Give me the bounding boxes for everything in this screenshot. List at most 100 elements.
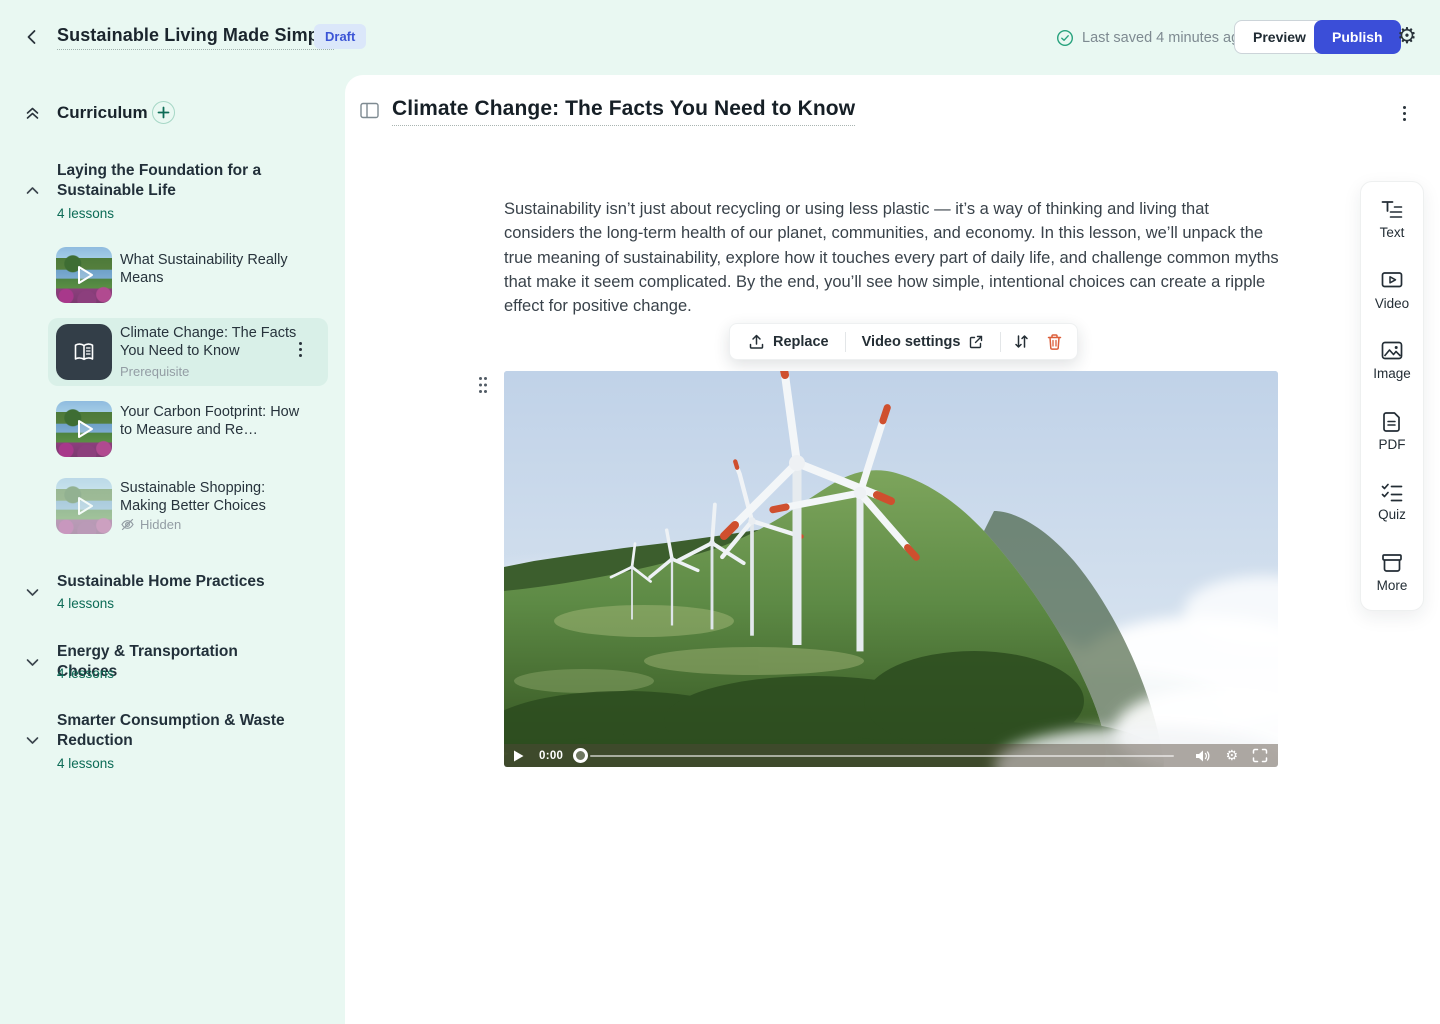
section-4-title[interactable]: Smarter Consumption & Waste Reduction [57, 711, 295, 751]
external-link-icon [968, 334, 984, 350]
add-quiz-block-button[interactable]: Quiz [1378, 481, 1406, 522]
lesson-item-sustainable-shopping[interactable]: Sustainable Shopping: Making Better Choi… [48, 472, 328, 540]
play-icon [513, 750, 524, 762]
upload-icon [748, 333, 765, 350]
divider [1000, 332, 1001, 352]
video-settings-button[interactable]: Video settings [850, 328, 997, 356]
video-frame-wind-turbines [504, 371, 1278, 767]
course-editor-app: Sustainable Living Made Simple Draft Las… [0, 0, 1440, 1024]
check-circle-icon [1056, 29, 1074, 47]
video-fullscreen-button[interactable] [1245, 748, 1278, 763]
palette-label: More [1377, 578, 1408, 593]
eye-off-icon [120, 517, 135, 532]
plus-icon [157, 106, 170, 119]
more-blocks-button[interactable]: More [1377, 552, 1408, 593]
section-2-title[interactable]: Sustainable Home Practices [57, 572, 295, 592]
add-curriculum-item-button[interactable] [152, 101, 175, 124]
palette-label: Quiz [1378, 507, 1406, 522]
play-icon [71, 262, 97, 288]
add-video-block-button[interactable]: Video [1375, 270, 1409, 311]
lesson-prerequisite-label: Prerequisite [120, 364, 189, 379]
section-3-collapse-toggle[interactable] [24, 654, 41, 671]
add-text-block-button[interactable]: Text [1380, 199, 1405, 240]
move-block-button[interactable] [1005, 327, 1038, 356]
preview-button[interactable]: Preview [1234, 20, 1325, 54]
lesson-options-menu-button[interactable] [1399, 102, 1410, 125]
section-1-meta: 4 lessons [57, 206, 114, 221]
lesson-video-thumbnail [56, 478, 112, 534]
video-settings-gear-button[interactable]: ⚙ [1218, 749, 1245, 763]
lesson-item-what-sustainability[interactable]: What Sustainability Really Means [48, 241, 328, 309]
lesson-title: What Sustainability Really Means [120, 251, 300, 287]
chevron-left-icon [22, 27, 42, 47]
palette-label: Text [1380, 225, 1405, 240]
hidden-label: Hidden [140, 517, 181, 532]
fullscreen-icon [1252, 748, 1268, 763]
quiz-block-icon [1380, 481, 1404, 503]
lesson-menu-button[interactable] [295, 338, 306, 361]
video-block-icon [1380, 270, 1404, 292]
publish-button[interactable]: Publish [1314, 20, 1401, 54]
toggle-sidebar-button[interactable] [360, 102, 379, 119]
trash-icon [1046, 333, 1063, 351]
section-3-meta: 4 lessons [57, 666, 114, 681]
palette-label: Image [1373, 366, 1411, 381]
palette-label: PDF [1379, 437, 1406, 452]
section-4-collapse-toggle[interactable] [24, 732, 41, 749]
grip-dots-icon [477, 375, 489, 395]
chevron-up-icon [24, 182, 41, 199]
double-chevron-up-icon [24, 105, 41, 122]
video-progress-track[interactable] [590, 755, 1174, 757]
sidebar-title: Curriculum [57, 103, 148, 123]
section-1-collapse-toggle[interactable] [24, 182, 41, 199]
chevron-down-icon [24, 732, 41, 749]
settings-gear-button[interactable]: ⚙ [1394, 24, 1420, 50]
last-saved-text: Last saved 4 minutes ago [1082, 30, 1247, 46]
panel-layout-icon [360, 102, 379, 119]
lesson-hidden-status: Hidden [120, 517, 181, 532]
block-drag-handle[interactable] [477, 375, 489, 395]
video-volume-button[interactable] [1188, 749, 1218, 763]
section-2-collapse-toggle[interactable] [24, 584, 41, 601]
lesson-video-thumbnail [56, 401, 112, 457]
lesson-intro-paragraph[interactable]: Sustainability isn’t just about recyclin… [504, 197, 1280, 318]
video-settings-label: Video settings [862, 334, 961, 350]
lesson-page-title[interactable]: Climate Change: The Facts You Need to Kn… [392, 97, 855, 126]
replace-label: Replace [773, 334, 829, 350]
video-control-bar: 0:00 ⚙ [504, 744, 1278, 767]
lesson-item-carbon-footprint[interactable]: Your Carbon Footprint: How to Measure an… [48, 395, 328, 463]
video-player[interactable]: 0:00 ⚙ [504, 371, 1278, 767]
collapse-all-button[interactable] [24, 105, 41, 122]
section-2-meta: 4 lessons [57, 596, 114, 611]
chevron-down-icon [24, 654, 41, 671]
section-4-meta: 4 lessons [57, 756, 114, 771]
section-1-title[interactable]: Laying the Foundation for a Sustainable … [57, 161, 295, 201]
text-block-icon [1380, 199, 1404, 221]
play-icon [71, 416, 97, 442]
top-bar: Sustainable Living Made Simple Draft Las… [0, 0, 1440, 75]
open-book-icon [71, 340, 97, 364]
back-button[interactable] [22, 26, 44, 48]
lesson-video-thumbnail [56, 247, 112, 303]
delete-block-button[interactable] [1038, 327, 1071, 357]
lesson-title: Sustainable Shopping: Making Better Choi… [120, 479, 300, 515]
image-block-icon [1380, 340, 1404, 362]
video-current-time: 0:00 [539, 750, 563, 762]
divider [845, 332, 846, 352]
video-scrubber-knob[interactable] [573, 748, 588, 763]
lesson-title: Climate Change: The Facts You Need to Kn… [120, 324, 300, 360]
replace-video-button[interactable]: Replace [736, 327, 841, 356]
add-image-block-button[interactable]: Image [1373, 340, 1411, 381]
video-play-button[interactable] [504, 750, 531, 762]
lesson-title: Your Carbon Footprint: How to Measure an… [120, 403, 300, 439]
lesson-reading-tile [56, 324, 112, 380]
palette-label: Video [1375, 296, 1409, 311]
pdf-block-icon [1380, 411, 1404, 433]
course-title[interactable]: Sustainable Living Made Simple [57, 25, 334, 50]
sort-arrows-icon [1013, 333, 1030, 350]
play-icon [71, 493, 97, 519]
status-badge: Draft [314, 24, 366, 49]
more-blocks-icon [1380, 552, 1404, 574]
add-pdf-block-button[interactable]: PDF [1379, 411, 1406, 452]
video-block-toolbar: Replace Video settings [729, 323, 1078, 360]
